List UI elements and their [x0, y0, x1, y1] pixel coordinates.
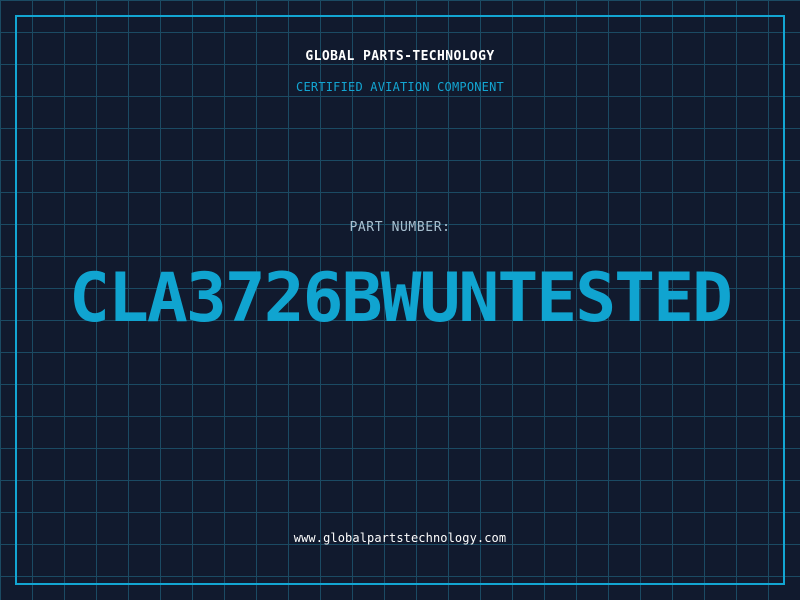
canvas: GLOBAL PARTS-TECHNOLOGY CERTIFIED AVIATI…	[0, 0, 800, 600]
brand-title: GLOBAL PARTS-TECHNOLOGY	[305, 49, 495, 64]
website-link[interactable]: www.globalpartstechnology.com	[0, 531, 800, 545]
brand-subtitle: CERTIFIED AVIATION COMPONENT	[296, 80, 504, 94]
part-number-label: PART NUMBER:	[349, 220, 451, 235]
part-number-value: CLA3726BWUNTESTED	[69, 259, 733, 338]
